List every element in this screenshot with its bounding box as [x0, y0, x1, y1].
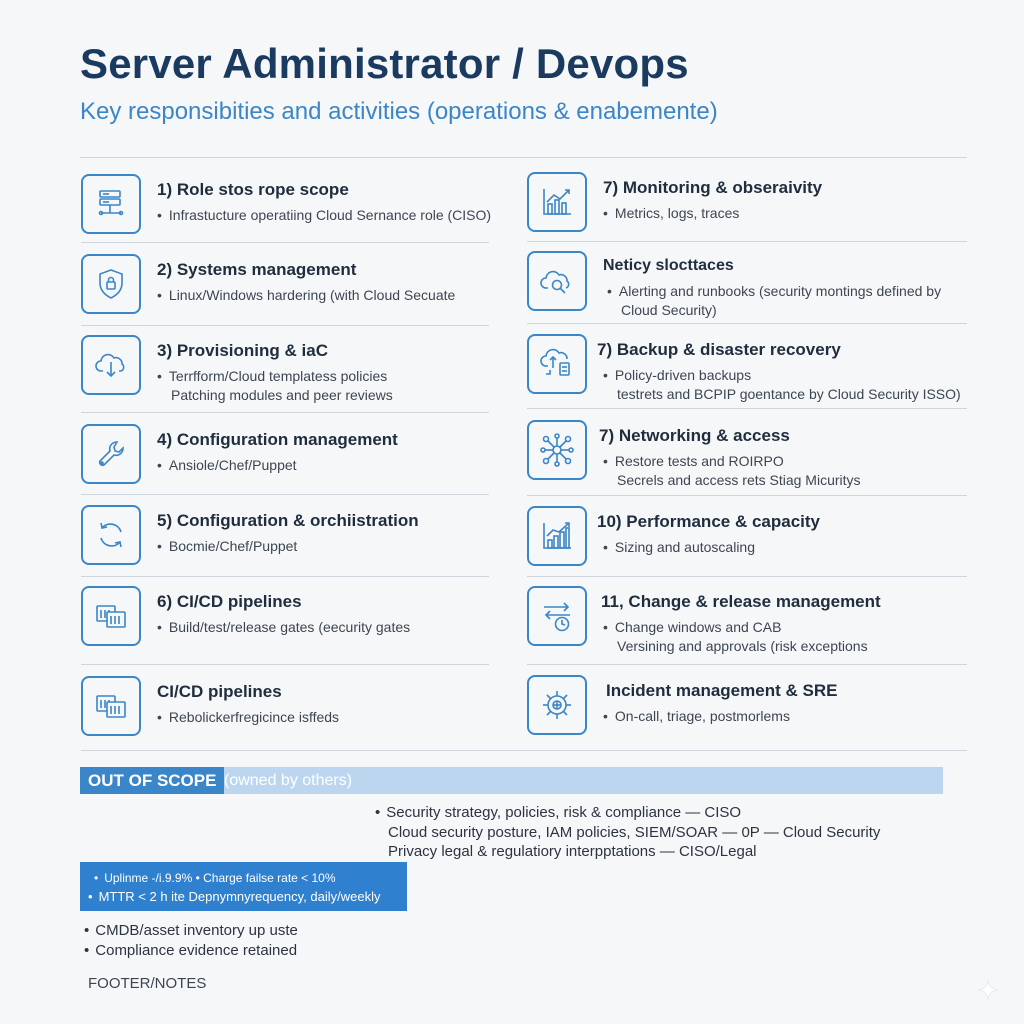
item-bullet: testrets and BCPIP goentance by Cloud Se…	[617, 386, 961, 402]
item-bullet: Policy-driven backups	[603, 366, 961, 385]
item-title: 7) Monitoring & obseraivity	[603, 178, 823, 197]
extra-item: CMDB/asset inventory up uste	[84, 921, 298, 941]
item-bullet: Linux/Windows hardering (with Cloud Secu…	[157, 286, 455, 305]
item-bullet: Patching modules and peer reviews	[171, 387, 393, 403]
out-of-scope-list: Security strategy, policies, risk & comp…	[375, 803, 880, 862]
item-title: 5) Configuration & orchiistration	[157, 511, 419, 530]
row-divider	[81, 494, 489, 495]
extra-list: CMDB/asset inventory up uste Compliance …	[84, 921, 298, 961]
bar-chart-icon	[527, 172, 587, 232]
item-title: 7) Backup & disaster recovery	[597, 340, 841, 359]
item-bullet: Rebolickerfregicince isffeds	[157, 708, 339, 727]
section-divider	[81, 750, 967, 751]
row-divider	[81, 412, 489, 413]
item-title: 10) Performance & capacity	[597, 512, 820, 531]
item-title: 7) Networking & access	[599, 426, 790, 445]
item-bullet: Metrics, logs, traces	[603, 204, 739, 223]
item-title: 11, Change & release management	[601, 592, 881, 611]
row-divider	[527, 576, 967, 577]
item-title: 2) Systems management	[157, 260, 357, 279]
out-of-scope-item: Security strategy, policies, risk & comp…	[375, 803, 880, 823]
pipeline-icon	[81, 586, 141, 646]
network-icon	[527, 420, 587, 480]
gear-icon	[527, 675, 587, 735]
out-of-scope-label: OUT OF SCOPE	[80, 767, 225, 794]
item-bullet: Change windows and CAB	[603, 618, 868, 637]
item-bullet: Bocmie/Chef/Puppet	[157, 537, 297, 556]
item-title: 1) Role stos rope scope	[157, 180, 349, 199]
wrench-icon	[81, 424, 141, 484]
performance-chart-icon	[527, 506, 587, 566]
page-subtitle: Key responsibities and activities (opera…	[80, 98, 718, 125]
refresh-icon	[81, 505, 141, 565]
item-title: CI/CD pipelines	[157, 682, 282, 701]
row-divider	[527, 664, 967, 665]
row-divider	[527, 323, 967, 324]
item-bullet: Infrastucture operatiing Cloud Sernance …	[157, 206, 491, 225]
item-bullet: Secrels and access rets Stiag Micuritys	[617, 472, 861, 488]
out-of-scope-item: Privacy legal & regulatiory interpptatio…	[388, 843, 757, 860]
change-clock-icon	[527, 586, 587, 646]
item-bullet: Sizing and autoscaling	[603, 538, 755, 557]
item-bullet: Restore tests and ROIRPO	[603, 452, 861, 471]
server-rack-icon	[81, 174, 141, 234]
item-bullet: Ansiole/Chef/Puppet	[157, 456, 297, 475]
row-divider	[81, 242, 489, 243]
item-title: 3) Provisioning & iaC	[157, 341, 328, 360]
item-title: Incident management & SRE	[606, 681, 838, 700]
item-bullet: Build/test/release gates (eecurity gates	[157, 618, 410, 637]
pipeline-icon	[81, 676, 141, 736]
row-divider	[81, 664, 489, 665]
out-of-scope-item: Cloud security posture, IAM policies, SI…	[388, 823, 881, 841]
row-divider	[527, 241, 967, 242]
cloud-download-icon	[81, 335, 141, 395]
footer-notes: FOOTER/NOTES	[88, 975, 207, 992]
top-divider	[80, 157, 967, 158]
cloud-backup-icon	[527, 334, 587, 394]
row-divider	[527, 408, 967, 409]
item-bullet: Versining and approvals (risk exceptions	[617, 638, 868, 654]
item-bullet: Alerting and runbooks (security montings…	[607, 282, 941, 301]
page-title: Server Administrator / Devops	[80, 40, 689, 87]
cloud-search-icon	[527, 251, 587, 311]
shield-icon	[81, 254, 141, 314]
item-title: Neticy slocttaces	[603, 257, 734, 274]
item-bullet: Cloud Security)	[621, 302, 717, 318]
row-divider	[527, 495, 967, 496]
out-of-scope-note: (owned by others)	[224, 771, 353, 789]
item-bullet: On-call, triage, postmorlems	[603, 707, 790, 726]
row-divider	[81, 576, 489, 577]
kpi-line: MTTR < 2 h ite Depnymnyrequency, daily/w…	[88, 889, 381, 904]
item-title: 4) Configuration management	[157, 430, 398, 449]
sparkle-icon	[977, 979, 999, 1001]
item-bullet: Terrfform/Cloud templatess policies	[157, 367, 393, 386]
row-divider	[81, 325, 489, 326]
extra-item: Compliance evidence retained	[84, 941, 298, 961]
kpi-line: Uplinme -/i.9.9% • Charge failse rate < …	[94, 871, 335, 885]
kpi-box: Uplinme -/i.9.9% • Charge failse rate < …	[80, 862, 407, 911]
item-title: 6) CI/CD pipelines	[157, 592, 302, 611]
